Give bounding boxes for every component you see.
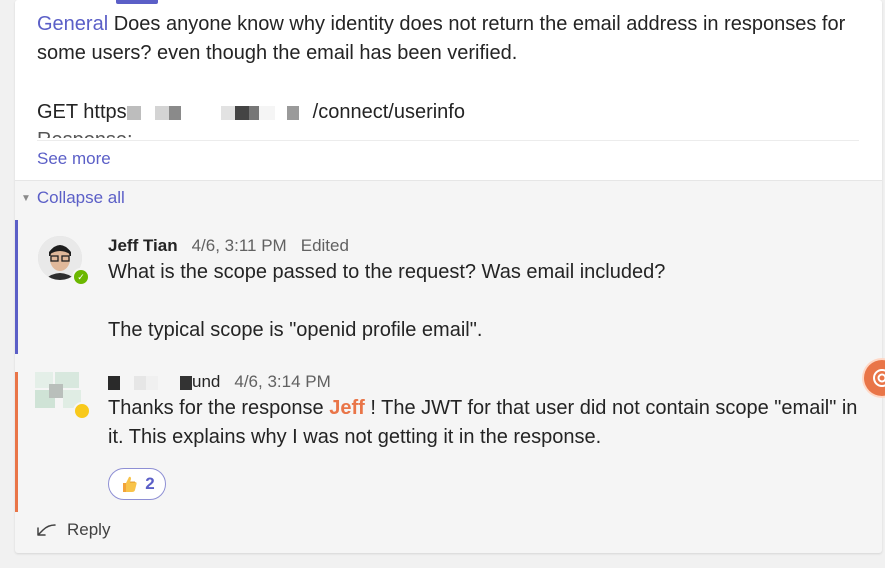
message-text-part: Thanks for the response bbox=[108, 397, 324, 419]
divider bbox=[37, 140, 859, 141]
channel-post: General Does anyone know why identity do… bbox=[15, 0, 882, 181]
avatar[interactable] bbox=[35, 370, 91, 420]
available-presence-icon: ✓ bbox=[72, 268, 90, 286]
collapse-all-button[interactable]: ▼ Collapse all bbox=[21, 188, 125, 208]
message-header: Jeff Tian 4/6, 3:11 PM Edited bbox=[108, 236, 349, 256]
reaction-count: 2 bbox=[145, 474, 155, 493]
author-name-partial[interactable]: und bbox=[192, 372, 220, 391]
see-more-link[interactable]: See more bbox=[37, 149, 111, 169]
post-url-line: GET https/connect/userinfo bbox=[37, 98, 465, 127]
reaction-button[interactable]: 2 bbox=[108, 468, 166, 500]
reply-indicator-bar bbox=[15, 220, 18, 354]
timestamp: 4/6, 3:14 PM bbox=[234, 372, 331, 391]
redacted-block bbox=[126, 105, 141, 120]
message-text: What is the scope passed to the request?… bbox=[108, 261, 666, 283]
url-prefix: GET https bbox=[37, 101, 127, 123]
active-tab-indicator bbox=[116, 0, 158, 4]
collapse-triangle-icon: ▼ bbox=[21, 192, 31, 204]
redacted-author bbox=[108, 375, 120, 390]
message-text: Thanks for the response Jeff ! The JWT f… bbox=[108, 394, 868, 452]
thumbs-up-emoji-icon bbox=[123, 476, 137, 492]
thread-card: General Does anyone know why identity do… bbox=[15, 0, 882, 553]
reply-label: Reply bbox=[67, 520, 111, 539]
away-presence-icon bbox=[73, 402, 91, 420]
message-text: The typical scope is "openid profile ema… bbox=[108, 319, 483, 341]
copilot-icon-glyph bbox=[873, 369, 885, 387]
url-suffix: /connect/userinfo bbox=[312, 101, 465, 123]
copilot-icon[interactable] bbox=[864, 360, 885, 396]
timestamp: 4/6, 3:11 PM bbox=[191, 236, 287, 255]
reply-indicator-bar bbox=[15, 372, 18, 512]
truncated-line: Response: bbox=[37, 126, 133, 138]
user-mention[interactable]: Jeff bbox=[329, 397, 365, 419]
author-name[interactable]: Jeff Tian bbox=[108, 236, 178, 255]
avatar[interactable]: ✓ bbox=[38, 236, 90, 286]
reply-icon bbox=[37, 524, 56, 536]
channel-mention[interactable]: General bbox=[37, 13, 108, 35]
message-header: und 4/6, 3:14 PM bbox=[108, 372, 345, 392]
post-question: Does anyone know why identity does not r… bbox=[37, 13, 846, 64]
collapse-all-label: Collapse all bbox=[36, 188, 125, 207]
post-text: General Does anyone know why identity do… bbox=[37, 10, 867, 68]
edited-label: Edited bbox=[300, 236, 349, 255]
reply-button[interactable]: Reply bbox=[35, 520, 110, 540]
